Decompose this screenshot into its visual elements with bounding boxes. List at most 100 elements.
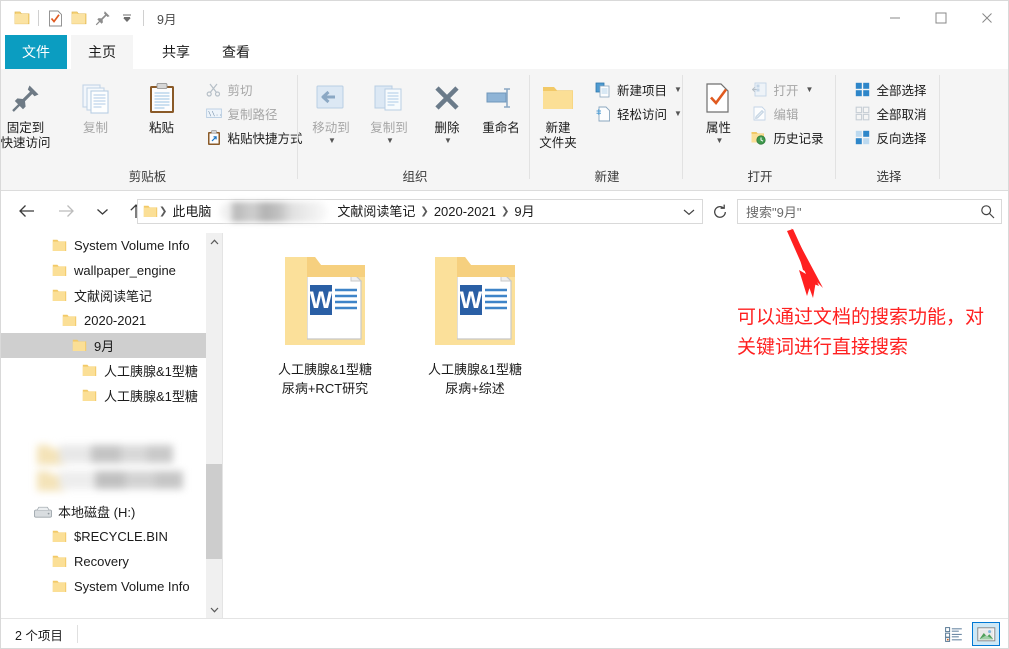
cut-label: 剪切: [227, 84, 253, 98]
folder-icon: [49, 236, 69, 256]
sidebar-item-label: $RECYCLE.BIN: [74, 529, 168, 544]
folder-icon[interactable]: [10, 6, 34, 30]
paste-button[interactable]: 粘贴: [129, 76, 195, 136]
chevron-down-icon: ▼: [674, 109, 682, 118]
sidebar-item-september[interactable]: 9月: [1, 333, 221, 358]
rename-button[interactable]: 重命名: [472, 76, 530, 136]
rename-label: 重命名: [482, 121, 520, 135]
ribbon-group-open: 属性 ▼ 打开 ▼ 编辑 历史记录 打开: [686, 69, 834, 191]
copy-path-icon: \\..: [205, 105, 223, 123]
history-label: 历史记录: [773, 132, 824, 146]
recent-locations-button[interactable]: [89, 198, 115, 224]
copy-button[interactable]: 复制: [63, 76, 129, 136]
breadcrumb-month[interactable]: 9月: [510, 201, 538, 222]
move-to-label: 移动到: [312, 121, 350, 135]
breadcrumb-literature-notes[interactable]: 文献阅读笔记: [333, 201, 419, 222]
move-to-button[interactable]: 移动到 ▼: [302, 76, 360, 145]
new-folder-icon[interactable]: [67, 6, 91, 30]
address-bar[interactable]: ❯ 此电脑 文献阅读笔记 ❯ 2020-2021 ❯ 9月: [137, 199, 703, 224]
paste-shortcut-button[interactable]: 粘贴快捷方式: [201, 126, 307, 149]
folder-with-word-doc-icon: W: [277, 245, 373, 356]
search-input[interactable]: 搜索"9月": [746, 202, 980, 221]
address-dropdown-icon[interactable]: [678, 208, 700, 216]
large-icons-view-button[interactable]: [972, 622, 1000, 646]
sidebar-item-2020-2021[interactable]: 2020-2021: [1, 308, 221, 333]
status-bar: 2 个项目: [1, 618, 1008, 648]
ribbon-tabs: 文件 主页 共享 查看 ?: [1, 35, 1008, 92]
new-folder-button[interactable]: 新建 文件夹: [530, 76, 586, 151]
search-icon[interactable]: [980, 204, 995, 219]
copy-to-button[interactable]: 复制到 ▼: [360, 76, 418, 145]
folder-icon: [49, 552, 69, 572]
paste-label: 粘贴: [148, 121, 174, 135]
maximize-button[interactable]: [918, 1, 964, 34]
search-box[interactable]: 搜索"9月": [737, 199, 1002, 224]
select-none-button[interactable]: 全部取消: [849, 102, 930, 125]
tab-view[interactable]: 查看: [201, 35, 271, 69]
pin-icon: [10, 78, 42, 118]
close-button[interactable]: [964, 1, 1008, 34]
sidebar-item-artificial-pancreas-2[interactable]: 人工胰腺&1型糖: [1, 383, 221, 408]
list-item-label: 人工胰腺&1型糖 尿病+RCT研究: [278, 362, 372, 396]
breadcrumb-redacted[interactable]: [220, 201, 329, 222]
pin-icon[interactable]: [91, 6, 115, 30]
pin-to-quick-access-label: 固定到 快速访问: [0, 121, 51, 150]
copy-label: 复制: [82, 121, 108, 135]
sidebar-item-recycle-bin[interactable]: $RECYCLE.BIN: [1, 524, 221, 549]
new-item-button[interactable]: 新建项目 ▼: [590, 78, 686, 101]
invert-selection-icon: [853, 129, 871, 147]
copy-path-button[interactable]: \\.. 复制路径: [201, 102, 307, 125]
breadcrumb-this-pc[interactable]: 此电脑: [168, 201, 215, 222]
back-button[interactable]: [13, 198, 39, 224]
open-button[interactable]: 打开 ▼: [746, 78, 827, 101]
sidebar-item-wallpaper-engine[interactable]: wallpaper_engine: [1, 258, 221, 283]
sidebar-item-redacted-1[interactable]: [35, 441, 185, 467]
invert-selection-button[interactable]: 反向选择: [849, 126, 930, 149]
delete-button[interactable]: 删除 ▼: [422, 76, 472, 145]
navigation-pane[interactable]: System Volume Info wallpaper_engine 文献阅读…: [1, 233, 221, 618]
select-all-button[interactable]: 全部选择: [849, 78, 930, 101]
sidebar-item-recovery[interactable]: Recovery: [1, 549, 221, 574]
chevron-up-icon[interactable]: [206, 233, 222, 250]
sidebar-item-label: 2020-2021: [84, 313, 147, 328]
breadcrumb-year[interactable]: 2020-2021: [430, 201, 500, 222]
chevron-down-icon[interactable]: [206, 601, 222, 618]
properties-icon[interactable]: [43, 6, 67, 30]
details-view-button[interactable]: [940, 622, 968, 646]
sidebar-item-system-volume-info-2[interactable]: System Volume Info: [1, 574, 221, 599]
sidebar-scrollbar[interactable]: [206, 233, 222, 618]
rename-icon: [485, 78, 517, 118]
history-button[interactable]: 历史记录: [746, 126, 827, 149]
tab-file[interactable]: 文件: [5, 35, 67, 69]
easy-access-label: 轻松访问: [617, 108, 668, 122]
sidebar-item-redacted-2[interactable]: [35, 467, 185, 493]
history-icon: [750, 129, 768, 147]
sidebar-item-system-volume-info-1[interactable]: System Volume Info: [1, 233, 221, 258]
properties-button[interactable]: 属性 ▼: [694, 76, 742, 145]
open-icon: [750, 81, 768, 99]
pin-to-quick-access-button[interactable]: 固定到 快速访问: [0, 76, 63, 151]
list-item[interactable]: W 人工胰腺&1型糖 尿病+综述: [413, 245, 537, 398]
easy-access-icon: [594, 105, 612, 123]
breadcrumb-separator: ❯: [159, 206, 168, 217]
ribbon-group-organize: 移动到 ▼ 复制到 ▼ 删除 ▼ 重命名 组织: [301, 69, 529, 191]
easy-access-button[interactable]: 轻松访问 ▼: [590, 102, 686, 125]
sidebar-item-label: 人工胰腺&1型糖: [104, 364, 198, 379]
customize-dropdown-icon[interactable]: [115, 6, 139, 30]
tab-home[interactable]: 主页: [71, 35, 133, 69]
refresh-button[interactable]: [707, 199, 733, 224]
file-list-view[interactable]: W 人工胰腺&1型糖 尿病+RCT研究 W 人工胰腺&1型糖 尿病+综述: [223, 233, 1008, 618]
edit-button[interactable]: 编辑: [746, 102, 827, 125]
sidebar-item-local-disk-h[interactable]: 本地磁盘 (H:): [1, 499, 221, 524]
sidebar-item-literature-notes[interactable]: 文献阅读笔记: [1, 283, 221, 308]
window-title: 9月: [157, 12, 177, 27]
chevron-down-icon: ▼: [328, 136, 336, 145]
minimize-button[interactable]: [872, 1, 918, 34]
breadcrumb-separator: ❯: [420, 206, 429, 217]
cut-button[interactable]: 剪切: [201, 78, 307, 101]
sidebar-item-label: System Volume Info: [74, 579, 190, 594]
scrollbar-thumb[interactable]: [206, 464, 222, 559]
sidebar-item-artificial-pancreas-1[interactable]: 人工胰腺&1型糖: [1, 358, 221, 383]
list-item[interactable]: W 人工胰腺&1型糖 尿病+RCT研究: [263, 245, 387, 398]
forward-button[interactable]: [53, 198, 79, 224]
